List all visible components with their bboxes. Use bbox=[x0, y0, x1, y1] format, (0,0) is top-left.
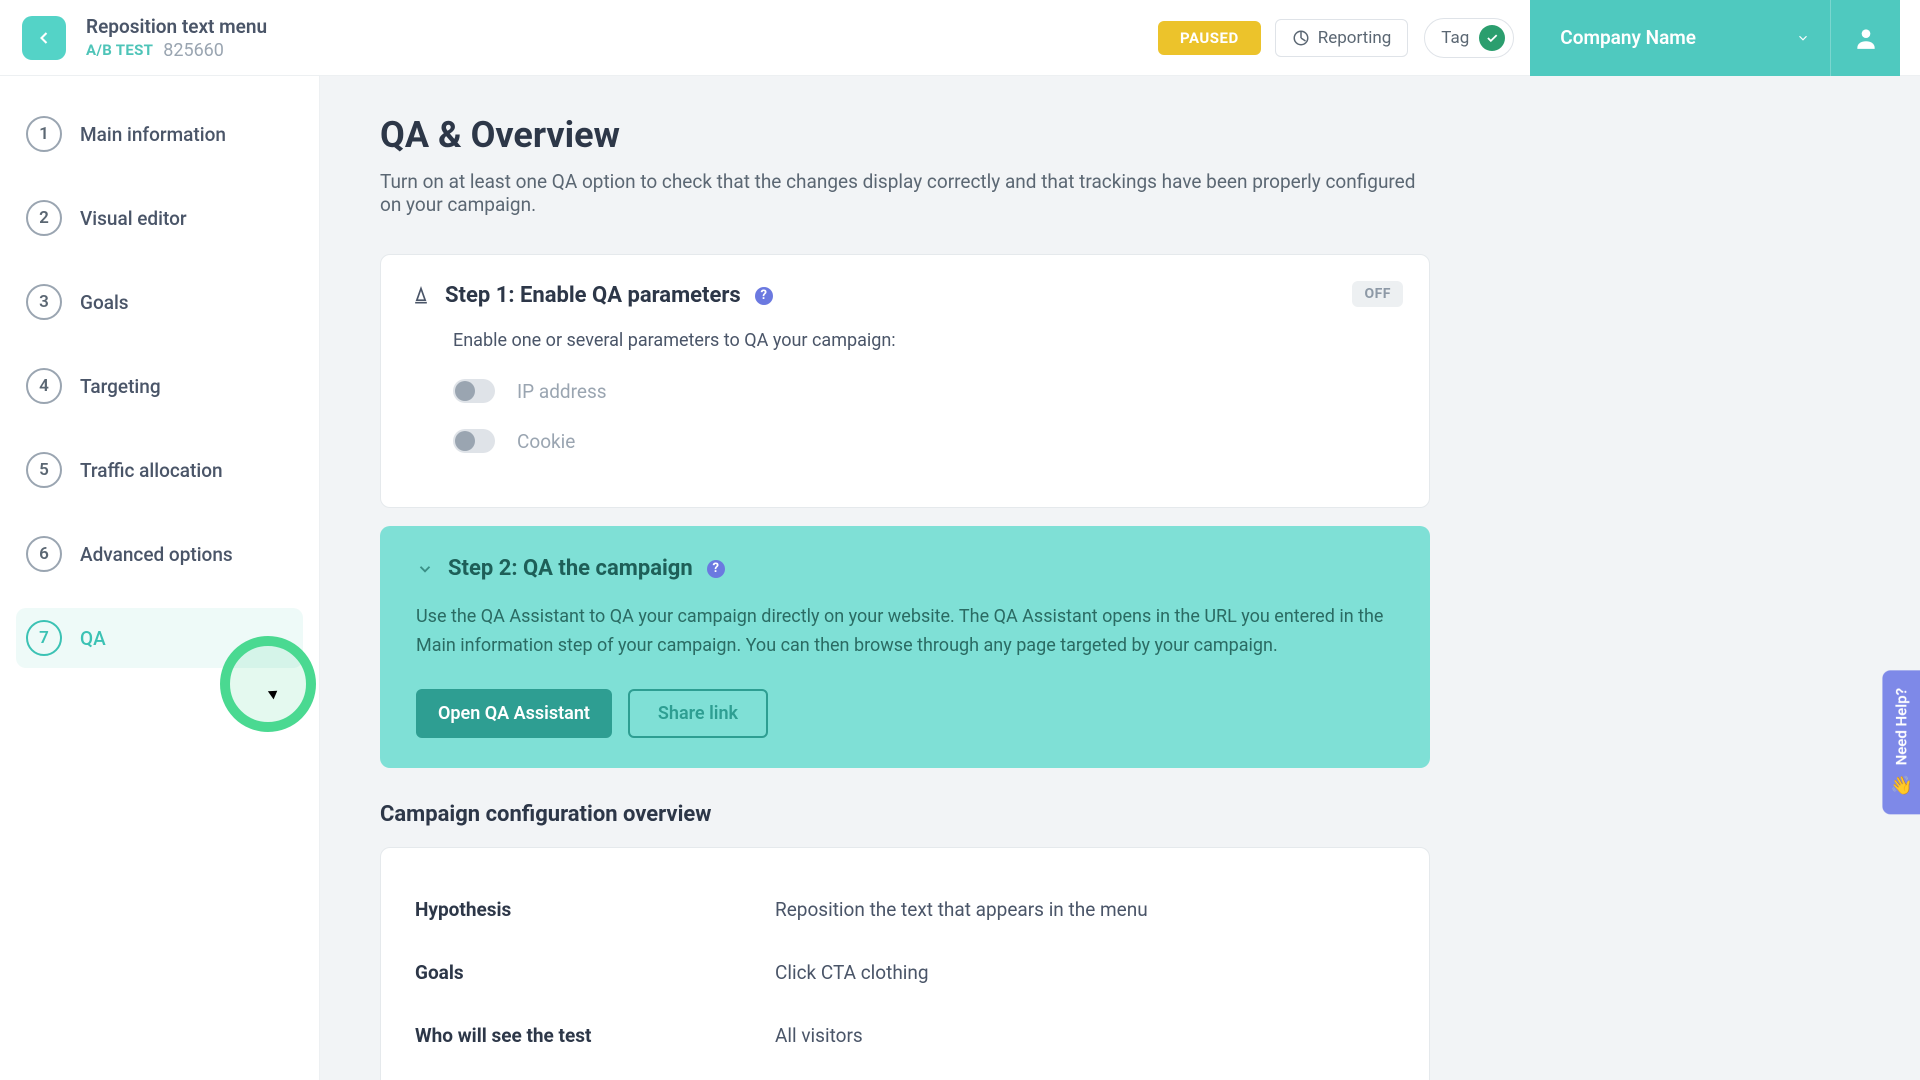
open-qa-assistant-button[interactable]: Open QA Assistant bbox=[416, 689, 612, 738]
cursor-highlight bbox=[220, 636, 316, 732]
step1-title: Step 1: Enable QA parameters bbox=[445, 283, 741, 308]
reporting-icon bbox=[1292, 29, 1310, 47]
wave-icon: 👋 bbox=[1890, 775, 1912, 796]
campaign-title: Reposition text menu bbox=[86, 15, 267, 38]
ip-address-label: IP address bbox=[517, 380, 607, 403]
main-content: QA & Overview Turn on at least one QA op… bbox=[320, 76, 1920, 1080]
cone-icon bbox=[411, 286, 431, 306]
info-icon[interactable]: ? bbox=[707, 560, 725, 578]
chevron-down-icon bbox=[1796, 31, 1810, 45]
page-title: QA & Overview bbox=[380, 114, 1860, 156]
overview-title: Campaign configuration overview bbox=[380, 802, 1860, 827]
ip-address-toggle[interactable] bbox=[453, 379, 495, 403]
sidebar-step-visual-editor[interactable]: 2 Visual editor bbox=[16, 188, 303, 248]
overview-row: Who will see the test All visitors bbox=[415, 1004, 1395, 1067]
overview-row: Hypothesis Reposition the text that appe… bbox=[415, 878, 1395, 941]
chevron-down-icon[interactable] bbox=[416, 560, 434, 578]
status-badge[interactable]: PAUSED bbox=[1158, 21, 1261, 55]
sidebar-step-advanced-options[interactable]: 6 Advanced options bbox=[16, 524, 303, 584]
need-help-tab[interactable]: 👋 Need Help? bbox=[1882, 670, 1920, 814]
overview-card: Hypothesis Reposition the text that appe… bbox=[380, 847, 1430, 1080]
sidebar-step-main-information[interactable]: 1 Main information bbox=[16, 104, 303, 164]
info-icon[interactable]: ? bbox=[755, 287, 773, 305]
share-link-button[interactable]: Share link bbox=[628, 689, 768, 738]
test-id: 825660 bbox=[163, 40, 224, 61]
top-bar: Reposition text menu A/B TEST 825660 PAU… bbox=[0, 0, 1920, 76]
overview-row: Goals Click CTA clothing bbox=[415, 941, 1395, 1004]
tag-pill[interactable]: Tag bbox=[1424, 18, 1514, 58]
sidebar-step-goals[interactable]: 3 Goals bbox=[16, 272, 303, 332]
title-block: Reposition text menu A/B TEST 825660 bbox=[86, 15, 267, 61]
cookie-toggle[interactable] bbox=[453, 429, 495, 453]
step1-card: OFF Step 1: Enable QA parameters ? Enabl… bbox=[380, 254, 1430, 508]
cookie-label: Cookie bbox=[517, 430, 575, 453]
back-button[interactable] bbox=[22, 16, 66, 60]
sidebar-step-traffic-allocation[interactable]: 5 Traffic allocation bbox=[16, 440, 303, 500]
reporting-button[interactable]: Reporting bbox=[1275, 19, 1409, 57]
step2-title: Step 2: QA the campaign bbox=[448, 556, 693, 581]
user-menu[interactable] bbox=[1830, 0, 1900, 76]
off-badge: OFF bbox=[1352, 281, 1403, 307]
company-dropdown[interactable]: Company Name bbox=[1530, 0, 1830, 76]
sidebar-step-targeting[interactable]: 4 Targeting bbox=[16, 356, 303, 416]
test-type-badge: A/B TEST bbox=[86, 41, 153, 59]
step2-card: Step 2: QA the campaign ? Use the QA Ass… bbox=[380, 526, 1430, 768]
arrow-left-icon bbox=[34, 28, 54, 48]
sidebar: 1 Main information 2 Visual editor 3 Goa… bbox=[0, 76, 320, 1080]
check-icon bbox=[1479, 25, 1505, 51]
page-description: Turn on at least one QA option to check … bbox=[380, 170, 1430, 216]
step2-desc: Use the QA Assistant to QA your campaign… bbox=[416, 603, 1394, 661]
step1-desc: Enable one or several parameters to QA y… bbox=[453, 330, 1399, 351]
user-icon bbox=[1853, 25, 1879, 51]
